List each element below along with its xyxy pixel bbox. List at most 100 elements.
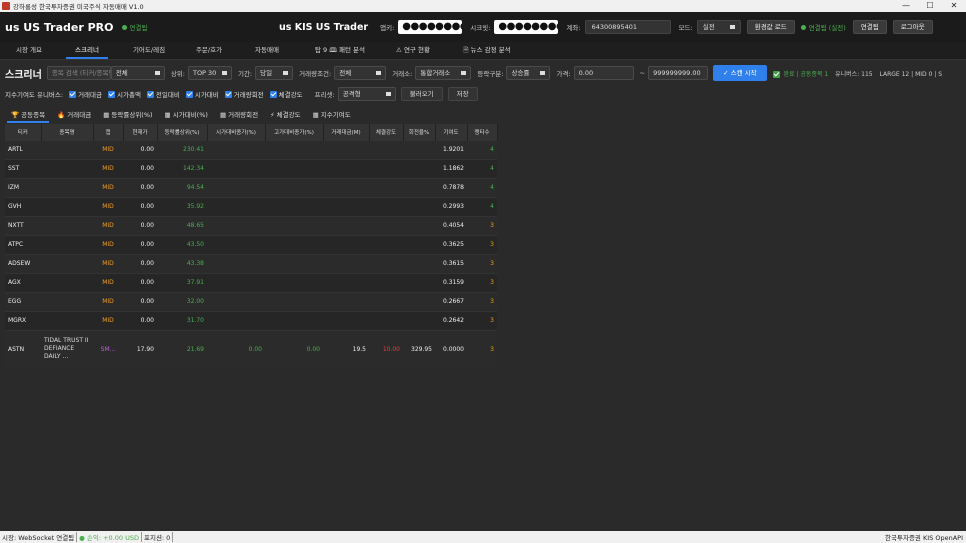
check-marketcap[interactable]: 시가총액 bbox=[108, 89, 141, 99]
table-row[interactable]: IZM MID 0.00 94.54 0.7878 4 bbox=[5, 177, 497, 197]
scan-start-button[interactable]: ✓ 스캔 시작 bbox=[713, 65, 767, 81]
secret-field[interactable]: ●●●●●●●●●● bbox=[494, 20, 559, 34]
search-scope-select[interactable]: 전체 bbox=[110, 66, 165, 80]
ticker-cell: AGX bbox=[5, 272, 41, 292]
period-select[interactable]: 당일 bbox=[255, 66, 294, 80]
table-row[interactable]: SST MID 0.00 142.34 1.1862 4 bbox=[5, 158, 497, 178]
name-cell bbox=[41, 158, 93, 178]
load-preset-button[interactable]: 불러오기 bbox=[400, 87, 443, 101]
volume-cond-select[interactable]: 전체 bbox=[334, 66, 387, 80]
mode-select[interactable]: 실전 bbox=[696, 20, 741, 34]
ticker-cell: SST bbox=[5, 158, 41, 178]
price-label: 가격: bbox=[556, 70, 571, 78]
window-titlebar: 강하룡성 한국투자증권 미국주식 자동매매 V1.0 — ☐ ✕ bbox=[0, 0, 966, 12]
subtab-contribution[interactable]: ▦ 지수기여도 bbox=[307, 107, 357, 123]
column-header[interactable]: 현재가 bbox=[123, 124, 158, 140]
subtab-amount[interactable]: 🔥 거래대금 bbox=[51, 107, 97, 123]
subtab-turnover[interactable]: ▦ 거래량회전 bbox=[214, 107, 264, 123]
price-cell: 0.00 bbox=[123, 196, 157, 216]
maximize-button[interactable]: ☐ bbox=[918, 0, 942, 12]
amount-cell: 19.5 bbox=[323, 329, 369, 368]
price-min-input[interactable]: 0.00 bbox=[573, 66, 634, 80]
checkbox-icon bbox=[146, 90, 154, 98]
column-header[interactable]: 캡 bbox=[93, 124, 124, 140]
column-header[interactable]: 회전율% bbox=[403, 124, 436, 140]
table-row[interactable]: EGG MID 0.00 32.00 0.2667 3 bbox=[5, 291, 497, 311]
ticker-cell: ATPC bbox=[5, 234, 41, 254]
column-header[interactable]: 고가대비종가(%) bbox=[265, 124, 324, 140]
price-max-input[interactable]: 999999999.00 bbox=[648, 66, 709, 80]
amount-cell bbox=[323, 234, 369, 254]
tab-regime[interactable]: 기어도/레짐 bbox=[116, 42, 182, 60]
table-row[interactable]: ASTN TIDAL TRUST II DEFIANCE DAILY ... SM.… bbox=[5, 329, 497, 368]
ticker-cell: ASTN bbox=[5, 329, 41, 368]
subtab-change-rank[interactable]: ▦ 등락률상위(%) bbox=[97, 107, 158, 123]
open-change-cell bbox=[207, 158, 265, 178]
tab-pattern-analysis[interactable]: 탑 9 🕮 패턴 분석 bbox=[298, 42, 382, 60]
column-header[interactable]: 등락률상위(%) bbox=[157, 124, 208, 140]
tab-orders[interactable]: 주문/호가 bbox=[182, 42, 236, 60]
tab-auto-trading[interactable]: 자동매매 bbox=[236, 42, 298, 60]
cap-cell: MID bbox=[93, 253, 123, 273]
cap-cell: MID bbox=[93, 291, 123, 311]
scan-status: 완료 | 공동종목 1 유니버스: 115 LARGE 12 | MID 0 |… bbox=[772, 69, 942, 78]
column-header[interactable]: 티커 bbox=[5, 124, 42, 140]
cap-cell: SM... bbox=[93, 329, 123, 368]
cap-cell: MID bbox=[93, 196, 123, 216]
rank-count-cell: 3 bbox=[467, 329, 497, 368]
column-header[interactable]: 거래대금(M) bbox=[323, 124, 370, 140]
search-input[interactable]: 종목 검색 (티커/종목명) bbox=[46, 66, 111, 80]
close-button[interactable]: ✕ bbox=[942, 0, 966, 12]
logout-button[interactable]: 로그아웃 bbox=[892, 20, 933, 34]
table-row[interactable]: GVH MID 0.00 35.92 0.2993 4 bbox=[5, 196, 497, 216]
check-open[interactable]: 시가대비 bbox=[185, 89, 219, 99]
appkey-field[interactable]: ●●●●●●●●●● bbox=[398, 20, 463, 34]
table-row[interactable]: ATPC MID 0.00 43.50 0.3625 3 bbox=[5, 234, 497, 254]
subtab-strength[interactable]: ⚡ 체결강도 bbox=[264, 107, 307, 123]
table-row[interactable]: ADSEW MID 0.00 43.38 0.3615 3 bbox=[5, 253, 497, 273]
account-field[interactable]: 64300895401 bbox=[584, 20, 671, 34]
tab-screener[interactable]: 스크리너 bbox=[58, 42, 116, 60]
rank-select[interactable]: TOP 30 bbox=[187, 66, 232, 80]
env-load-button[interactable]: 환경값 로드 bbox=[746, 20, 795, 34]
check-strength[interactable]: 체결강도 bbox=[269, 89, 303, 99]
save-preset-button[interactable]: 저장 bbox=[447, 87, 478, 101]
check-amount[interactable]: 거래대금 bbox=[69, 89, 102, 99]
column-header[interactable]: 시가대비종가(%) bbox=[207, 124, 266, 140]
table-row[interactable]: ARTL MID 0.00 230.41 1.9201 4 bbox=[5, 139, 497, 159]
check-prev-day[interactable]: 전일대비 bbox=[146, 89, 180, 99]
table-row[interactable]: AGX MID 0.00 37.91 0.3159 3 bbox=[5, 272, 497, 292]
change-cell: 94.54 bbox=[157, 177, 207, 197]
column-header[interactable]: 체결강도 bbox=[369, 124, 404, 140]
change-type-select[interactable]: 상승률 bbox=[506, 66, 551, 80]
column-header[interactable]: 기여도 bbox=[435, 124, 468, 140]
high-change-cell bbox=[265, 291, 323, 311]
subtab-open-change[interactable]: ▦ 시가대비(%) bbox=[159, 107, 214, 123]
column-header[interactable]: 랭타수 bbox=[467, 124, 498, 140]
table-row[interactable]: MGRX MID 0.00 31.70 0.2642 3 bbox=[5, 310, 497, 330]
minimize-button[interactable]: — bbox=[894, 0, 918, 12]
screener-subtabs: 🏆 공동종목 🔥 거래대금 ▦ 등락률상위(%) ▦ 시가대비(%) ▦ 거래량… bbox=[5, 107, 357, 123]
main-tabs: 시장 개요 스크리너 기어도/레짐 주문/호가 자동매매 탑 9 🕮 패턴 분석… bbox=[0, 42, 966, 60]
tab-market-overview[interactable]: 시장 개요 bbox=[0, 42, 58, 60]
account-label: 계좌: bbox=[566, 24, 581, 32]
tab-news-sentiment[interactable]: 🗎 뉴스 감정 분석 bbox=[444, 42, 530, 60]
connection-status-text: 연결됨 (실전) bbox=[808, 24, 846, 32]
check-turnover[interactable]: 거래량회전 bbox=[224, 89, 264, 99]
preset-select[interactable]: 공격형 bbox=[337, 87, 396, 101]
chevron-down-icon bbox=[385, 92, 391, 96]
ticker-cell: EGG bbox=[5, 291, 41, 311]
table-row[interactable]: NXTT MID 0.00 48.65 0.4054 3 bbox=[5, 215, 497, 235]
turnover-cell bbox=[403, 310, 435, 330]
exchange-select[interactable]: 통합거래소 bbox=[415, 66, 472, 80]
mode-value: 실전 bbox=[702, 23, 715, 31]
results-table: 티커 종목명 캡 현재가 등락률상위(%) 시가대비종가(%) 고가대비종가(%… bbox=[5, 124, 498, 368]
app-icon bbox=[2, 2, 10, 10]
checkbox-icon bbox=[224, 90, 232, 98]
subtab-common[interactable]: 🏆 공동종목 bbox=[5, 107, 51, 123]
tab-research[interactable]: ⚠ 연구 현황 bbox=[382, 42, 444, 60]
connect-button[interactable]: 연결됨 bbox=[852, 20, 887, 34]
contribution-cell: 1.9201 bbox=[435, 139, 467, 159]
column-header[interactable]: 종목명 bbox=[41, 124, 94, 140]
rank-count-cell: 3 bbox=[467, 272, 497, 292]
